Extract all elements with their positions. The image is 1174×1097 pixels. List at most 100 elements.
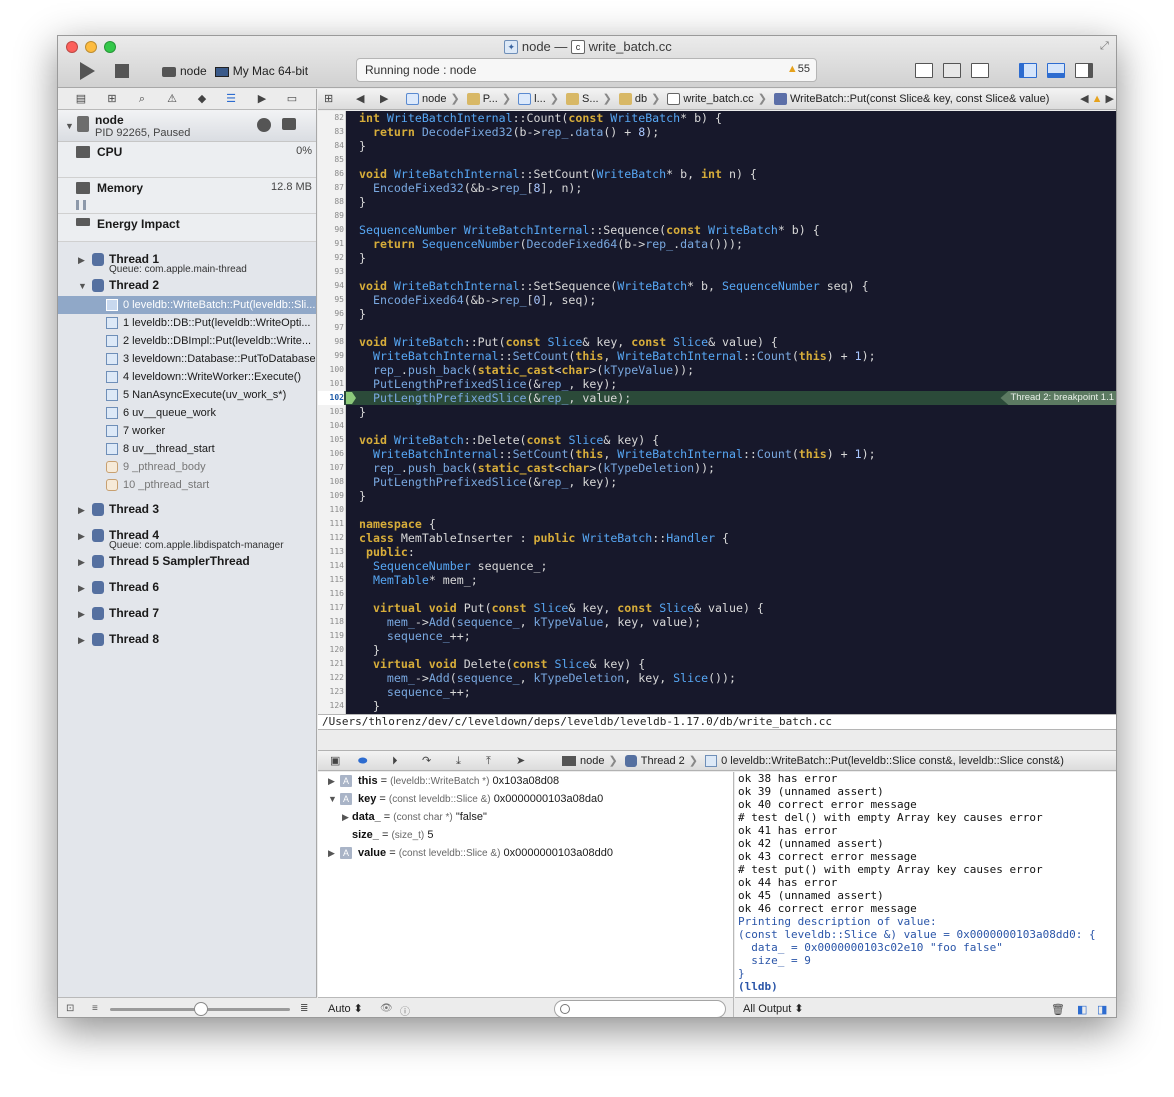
version-editor-icon[interactable] [971, 63, 989, 78]
breakpoint-navigator-icon[interactable]: ▶ [256, 93, 268, 105]
variable-row[interactable]: ▶ A this = (leveldb::WriteBatch *) 0x103… [318, 772, 733, 790]
stack-frame-row[interactable]: 4 leveldown::WriteWorker::Execute() [58, 368, 316, 386]
source-editor[interactable]: 82 int WriteBatchInternal::Count(const Wr… [318, 111, 1116, 714]
stack-frame-row[interactable]: 3 leveldown::Database::PutToDatabase... [58, 350, 316, 368]
slider-knob[interactable] [194, 1002, 208, 1016]
stack-frame-row[interactable]: 2 leveldb::DBImpl::Put(leveldb::Write... [58, 332, 316, 350]
stack-frame-row[interactable]: 6 uv__queue_work [58, 404, 316, 422]
standard-editor-icon[interactable] [915, 63, 933, 78]
thread-row-8[interactable]: ▶ Thread 8 [58, 628, 316, 654]
full-stack-icon[interactable]: ≣ [300, 1003, 312, 1014]
location-icon[interactable]: ➤ [516, 755, 525, 767]
related-items-icon[interactable]: ⊞ [324, 93, 333, 105]
step-over-icon[interactable]: ↷ [422, 755, 431, 767]
expand-triangle-icon[interactable]: ▶ [328, 772, 335, 790]
show-console-icon[interactable]: ◨ [1097, 1003, 1107, 1016]
thread-row-1[interactable]: ▶ Thread 1 Queue: com.apple.main-thread [58, 248, 316, 275]
step-out-icon[interactable]: ⤒ [486, 755, 491, 767]
issue-navigator-icon[interactable]: ⚠ [166, 93, 178, 105]
breadcrumb-item[interactable]: l... [534, 93, 546, 105]
thread-row-6[interactable]: ▶ Thread 6 [58, 576, 316, 602]
run-button[interactable] [80, 62, 95, 80]
hide-frames-icon[interactable]: ≡ [92, 1003, 104, 1014]
lldb-prompt[interactable]: (lldb) [738, 980, 1116, 993]
memory-gauge[interactable]: Memory 12.8 MB [58, 178, 316, 214]
process-row[interactable]: ▼ node PID 92265, Paused [58, 110, 316, 142]
gauge-options-icon[interactable] [257, 118, 271, 132]
back-arrow-icon[interactable]: ◀ [356, 93, 364, 105]
trash-icon[interactable]: 🗑 [1051, 1003, 1065, 1016]
stack-frame-row[interactable]: 1 leveldb::DB::Put(leveldb::WriteOpti... [58, 314, 316, 332]
variable-row[interactable]: ▼ A key = (const leveldb::Slice &) 0x000… [318, 790, 733, 808]
thread-row-3[interactable]: ▶ Thread 3 [58, 498, 316, 524]
show-variables-icon[interactable]: ◧ [1077, 1003, 1087, 1016]
breakpoints-toggle-icon[interactable]: ⬬ [358, 755, 367, 767]
find-navigator-icon[interactable]: ⌕ [136, 93, 148, 105]
debug-thread[interactable]: Thread 2 [641, 755, 685, 767]
expand-triangle-icon[interactable]: ▶ [78, 505, 85, 516]
test-navigator-icon[interactable]: ◆ [196, 93, 208, 105]
breadcrumb-folder[interactable]: db [635, 93, 647, 105]
thread-row-4[interactable]: ▶ Thread 4 Queue: com.apple.libdispatch-… [58, 524, 316, 551]
energy-gauge[interactable]: Energy Impact [58, 214, 316, 242]
report-navigator-icon[interactable]: ▭ [286, 93, 298, 105]
forward-arrow-icon[interactable]: ▶ [380, 93, 388, 105]
debug-console[interactable]: ok 38 has error ok 39 (unnamed assert) o… [735, 772, 1116, 997]
variable-row[interactable]: ▶ data_ = (const char *) "false" [318, 808, 733, 826]
stack-frame-row[interactable]: 7 worker [58, 422, 316, 440]
expand-triangle-icon[interactable]: ▶ [78, 557, 85, 568]
debug-navigator-icon[interactable]: ☰ [225, 93, 237, 105]
expand-triangle-icon[interactable]: ▶ [78, 635, 85, 646]
stack-frame-row[interactable]: 5 NanAsyncExecute(uv_work_s*) [58, 386, 316, 404]
compression-slider[interactable] [110, 1002, 290, 1016]
breadcrumb-symbol[interactable]: WriteBatch::Put(const Slice& key, const … [790, 93, 1049, 105]
collapse-triangle-icon[interactable]: ▼ [328, 790, 337, 808]
expand-triangle-icon[interactable]: ▶ [78, 255, 85, 266]
hide-debug-area-icon[interactable]: ▣ [330, 755, 340, 767]
assistant-editor-icon[interactable] [943, 63, 961, 78]
collapse-triangle-icon[interactable]: ▼ [78, 281, 87, 291]
expand-triangle-icon[interactable]: ▶ [78, 609, 85, 620]
variable-scope-select[interactable]: Auto ⬍ [328, 1002, 363, 1015]
stack-frame-row[interactable]: 0 leveldb::WriteBatch::Put(leveldb::Sli.… [58, 296, 316, 314]
toggle-debug-area-icon[interactable] [1047, 63, 1065, 78]
project-navigator-icon[interactable]: ▤ [75, 93, 87, 105]
issue-nav-arrows[interactable]: ◀ ▲ ▶ [1080, 92, 1114, 105]
thread-row-2[interactable]: ▼ Thread 2 [58, 274, 316, 296]
expand-triangle-icon[interactable]: ▶ [342, 808, 349, 826]
expand-triangle-icon[interactable]: ▶ [78, 583, 85, 594]
toggle-utilities-icon[interactable] [1075, 63, 1093, 78]
console-output-select[interactable]: All Output ⬍ [743, 1002, 804, 1015]
process-view-icon[interactable]: ⊡ [66, 1003, 78, 1014]
expand-triangle-icon[interactable]: ▶ [78, 531, 85, 542]
stop-button[interactable] [115, 64, 129, 78]
scheme-selector[interactable]: node My Mac 64-bit [162, 64, 308, 78]
breadcrumb-item[interactable]: S... [582, 93, 599, 105]
stack-frame-row[interactable]: 8 uv__thread_start [58, 440, 316, 458]
continue-icon[interactable]: ⏵ [392, 755, 398, 767]
thread-row-5[interactable]: ▶ Thread 5 SamplerThread [58, 550, 316, 576]
variables-filter-input[interactable] [554, 1000, 726, 1017]
debug-process[interactable]: node [580, 755, 604, 767]
cpu-gauge[interactable]: CPU 0% [58, 142, 316, 178]
toggle-navigator-icon[interactable] [1019, 63, 1037, 78]
fullscreen-icon[interactable]: ⤢ [1100, 40, 1112, 52]
breadcrumb-file[interactable]: write_batch.cc [683, 93, 753, 105]
expand-triangle-icon[interactable]: ▶ [328, 844, 335, 862]
stack-frame-row[interactable]: 10 _pthread_start [58, 476, 316, 494]
quick-look-icon[interactable]: 👁 [380, 1003, 393, 1014]
instruction-pointer-icon[interactable] [346, 392, 356, 404]
process-options-icon[interactable] [282, 118, 296, 130]
symbol-navigator-icon[interactable]: ⊞ [106, 93, 118, 105]
breadcrumb-project[interactable]: node [422, 93, 446, 105]
disclosure-triangle-icon[interactable]: ▼ [65, 121, 74, 131]
step-into-icon[interactable]: ⤓ [456, 755, 461, 767]
thread-row-7[interactable]: ▶ Thread 7 [58, 602, 316, 628]
stack-frame-row[interactable]: 9 _pthread_body [58, 458, 316, 476]
breadcrumb-item[interactable]: P... [483, 93, 498, 105]
variable-row[interactable]: ▶ A value = (const leveldb::Slice &) 0x0… [318, 844, 733, 862]
warnings-indicator[interactable]: ▲55 [787, 63, 810, 75]
debug-frame[interactable]: 0 leveldb::WriteBatch::Put(leveldb::Slic… [721, 755, 1064, 767]
info-icon[interactable]: ⓘ [400, 1003, 410, 1017]
variable-row[interactable]: size_ = (size_t) 5 [318, 826, 733, 844]
